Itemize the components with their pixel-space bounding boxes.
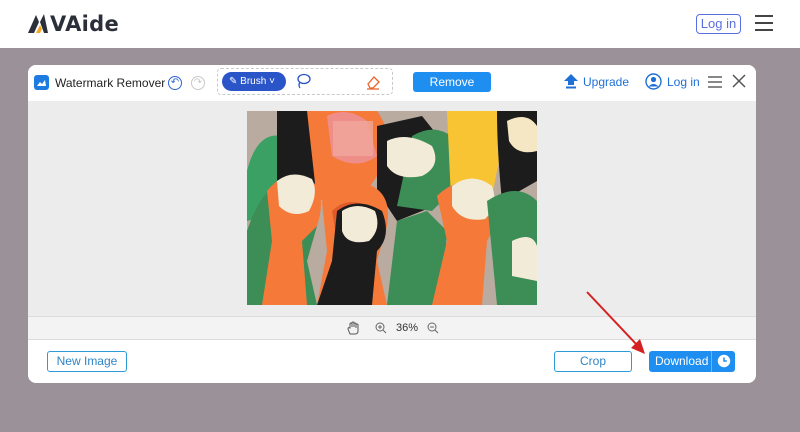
brush-label: Brush <box>240 76 267 87</box>
uploaded-image <box>247 111 537 305</box>
download-label: Download <box>655 354 709 368</box>
zoom-out-icon[interactable] <box>427 322 439 334</box>
editor-toolbar: Watermark Remover ↶ ↷ ✎ Brush ˅ Remove U… <box>28 65 756 101</box>
new-image-button[interactable]: New Image <box>47 351 127 372</box>
upgrade-label: Upgrade <box>583 74 630 89</box>
dialog-login-label: Log in <box>667 74 700 89</box>
download-history-button[interactable] <box>711 351 735 372</box>
upload-arrow-icon <box>564 74 578 89</box>
brand-name: VAide <box>50 12 120 36</box>
selection-tools: ✎ Brush ˅ <box>217 68 393 95</box>
chevron-down-icon: ˅ <box>269 76 275 87</box>
site-logo[interactable]: VAide <box>27 12 119 36</box>
clock-icon <box>717 354 731 368</box>
image-canvas[interactable] <box>28 101 756 316</box>
hand-icon[interactable] <box>346 321 360 335</box>
brush-icon: ✎ <box>229 76 238 87</box>
zoom-in-icon[interactable] <box>375 322 387 334</box>
dialog-login-link[interactable]: Log in <box>645 73 700 90</box>
undo-icon[interactable]: ↶ <box>168 76 182 90</box>
user-icon <box>645 73 662 90</box>
remove-button[interactable]: Remove <box>413 72 491 92</box>
download-button[interactable]: Download <box>649 351 735 372</box>
app-icon <box>34 75 49 90</box>
logo-icon <box>28 14 48 33</box>
dialog-menu-icon[interactable] <box>708 76 722 88</box>
header-login-button[interactable]: Log in <box>696 14 741 34</box>
dialog-title: Watermark Remover <box>55 76 166 90</box>
annotation-arrow <box>586 291 645 354</box>
menu-icon[interactable] <box>755 15 773 32</box>
brush-button[interactable]: ✎ Brush ˅ <box>222 72 286 91</box>
close-icon[interactable] <box>731 73 747 89</box>
lasso-icon[interactable] <box>295 73 311 89</box>
upgrade-link[interactable]: Upgrade <box>564 74 629 89</box>
site-header: VAide Log in <box>0 0 800 48</box>
eraser-icon[interactable] <box>365 74 381 90</box>
redo-icon[interactable]: ↷ <box>191 76 205 90</box>
zoom-level: 36% <box>396 322 419 334</box>
